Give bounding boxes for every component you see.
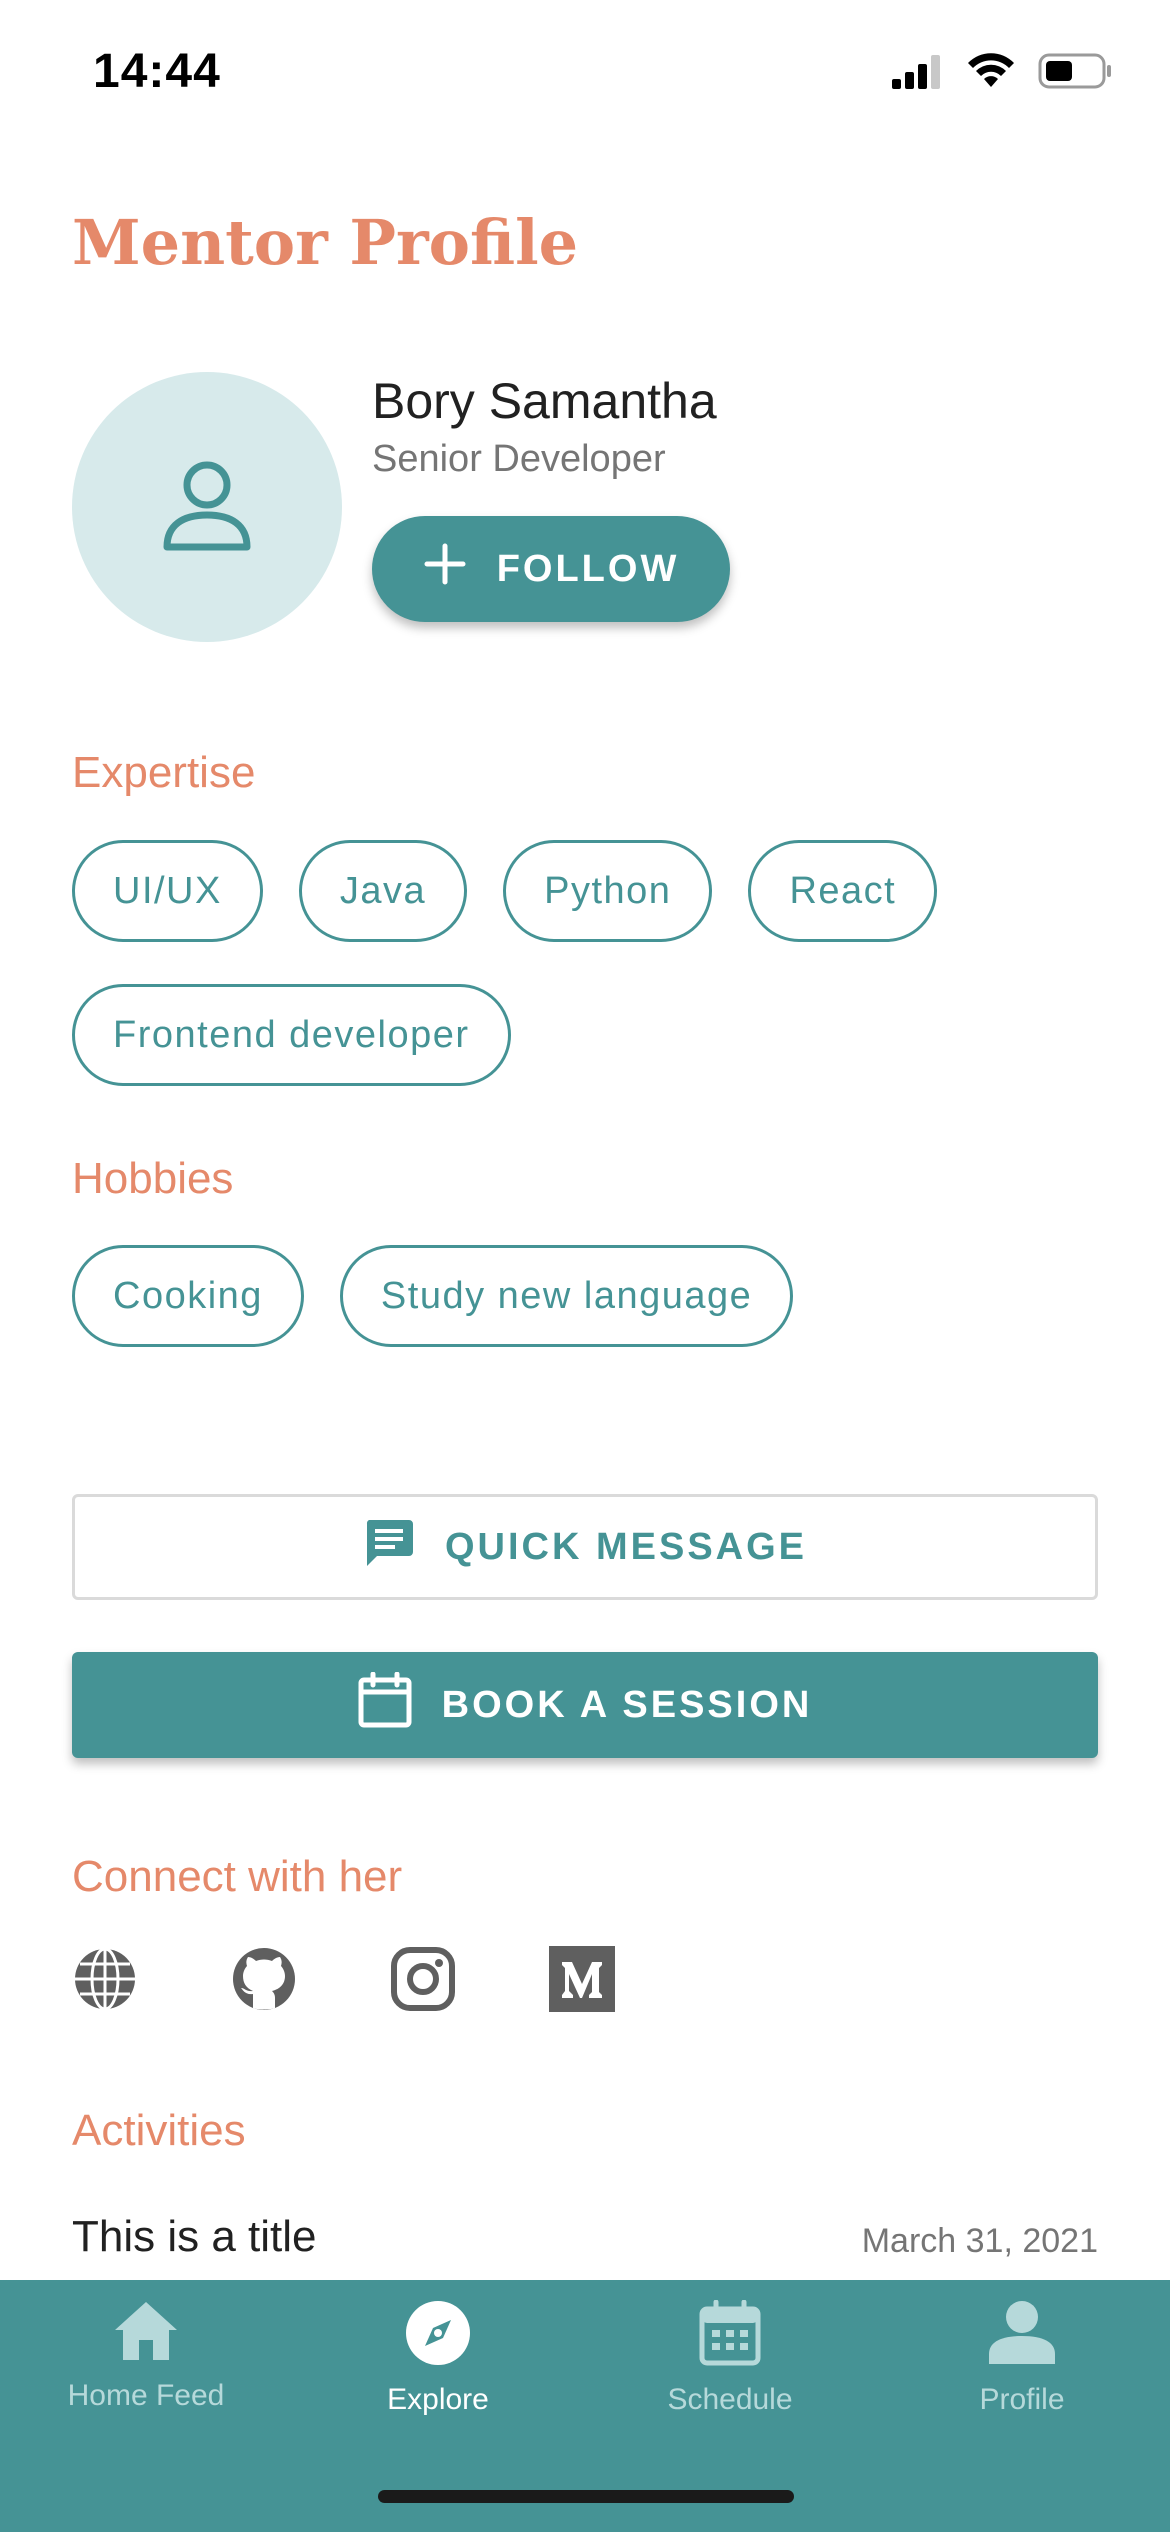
cellular-signal-icon — [892, 53, 944, 94]
chip-cooking[interactable]: Cooking — [72, 1245, 304, 1347]
chip-study-new-language[interactable]: Study new language — [339, 1245, 794, 1347]
tab-profile[interactable]: Profile — [876, 2280, 1168, 2450]
hobbies-chips: Cooking Study new language — [72, 1245, 1102, 1347]
compass-icon — [405, 2300, 471, 2371]
hobbies-heading: Hobbies — [72, 1154, 234, 1203]
github-icon[interactable] — [231, 1946, 297, 2012]
book-session-label: BOOK A SESSION — [441, 1683, 813, 1726]
instagram-icon[interactable] — [390, 1946, 456, 2012]
tab-home-feed[interactable]: Home Feed — [0, 2280, 292, 2450]
globe-icon[interactable] — [72, 1946, 138, 2012]
mentor-name: Bory Samantha — [372, 373, 717, 429]
chip-react[interactable]: React — [748, 840, 938, 942]
status-icons — [892, 52, 1114, 95]
chip-ui-ux[interactable]: UI/UX — [72, 840, 263, 942]
status-bar: 14:44 — [0, 0, 1170, 140]
plus-icon — [423, 542, 467, 596]
user-outline-icon — [159, 455, 255, 560]
status-time: 14:44 — [93, 45, 221, 98]
chip-java[interactable]: Java — [298, 840, 468, 942]
tab-explore[interactable]: Explore — [292, 2280, 584, 2450]
activities-heading: Activities — [72, 2106, 246, 2155]
activity-date: March 31, 2021 — [861, 2222, 1098, 2260]
expertise-chips: UI/UX Java Python React Frontend develop… — [72, 840, 1102, 1086]
chip-frontend-developer[interactable]: Frontend developer — [72, 984, 511, 1086]
person-icon — [987, 2300, 1057, 2371]
connect-heading: Connect with her — [72, 1852, 403, 1901]
calendar-icon — [358, 1671, 412, 1738]
expertise-heading: Expertise — [72, 748, 256, 797]
tab-label-schedule: Schedule — [667, 2383, 793, 2416]
quick-message-button[interactable]: QUICK MESSAGE — [72, 1494, 1098, 1600]
quick-message-label: QUICK MESSAGE — [444, 1525, 808, 1568]
social-links — [72, 1946, 615, 2012]
medium-icon[interactable] — [549, 1946, 615, 2012]
calendar-grid-icon — [699, 2299, 761, 2371]
avatar — [72, 372, 342, 642]
home-indicator[interactable] — [378, 2490, 794, 2503]
page-title: Mentor Profile — [72, 206, 579, 279]
battery-icon — [1038, 52, 1114, 95]
chip-python[interactable]: Python — [503, 840, 713, 942]
wifi-icon — [966, 53, 1016, 94]
book-session-button[interactable]: BOOK A SESSION — [72, 1652, 1098, 1758]
tab-label-home-feed: Home Feed — [67, 2379, 225, 2412]
tab-label-profile: Profile — [979, 2383, 1065, 2416]
mentor-role: Senior Developer — [372, 438, 666, 480]
tab-schedule[interactable]: Schedule — [584, 2280, 876, 2450]
chat-message-icon — [363, 1516, 415, 1578]
activity-title[interactable]: This is a title — [72, 2212, 317, 2262]
tab-label-explore: Explore — [387, 2383, 489, 2416]
follow-label: FOLLOW — [496, 547, 680, 590]
home-icon — [113, 2300, 179, 2367]
follow-button[interactable]: FOLLOW — [372, 516, 730, 622]
